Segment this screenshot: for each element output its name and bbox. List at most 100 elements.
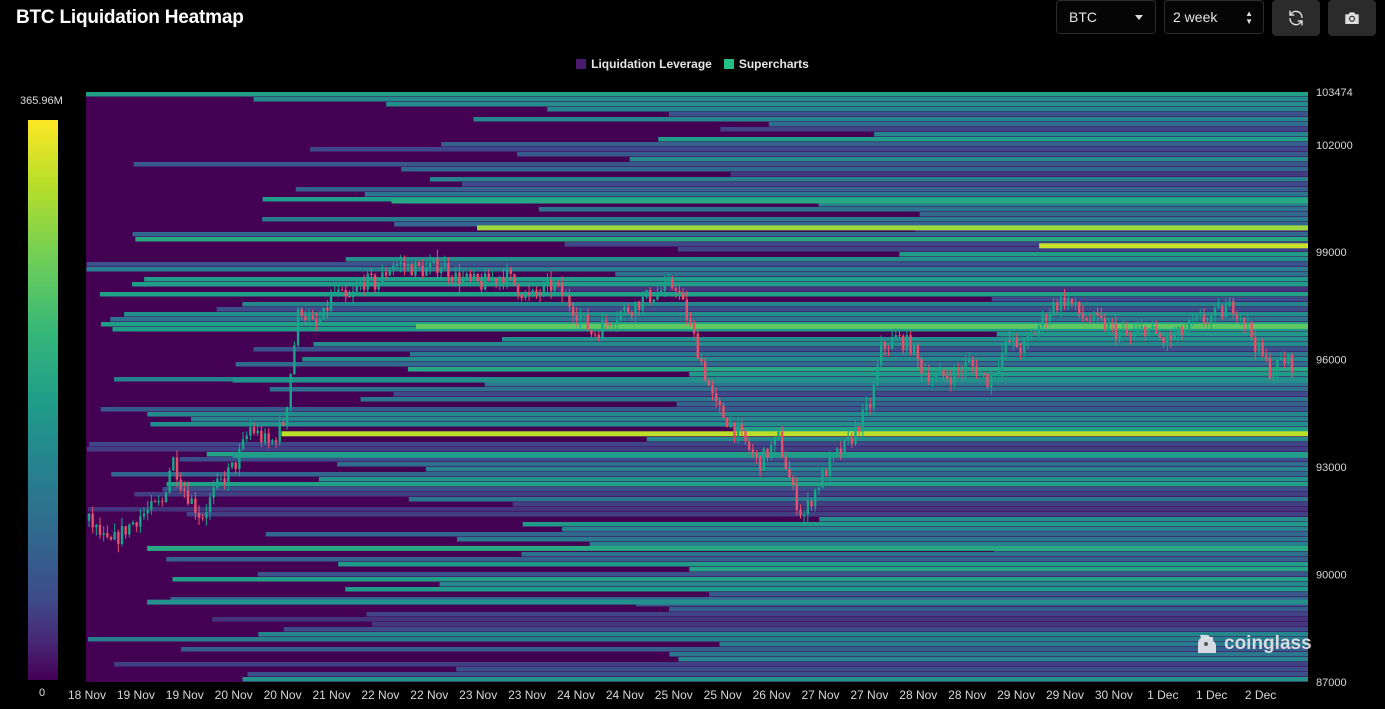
liquidation-band [629, 157, 1308, 162]
candle-body [971, 359, 975, 366]
candle-body [377, 283, 380, 290]
liquidation-band [720, 127, 1308, 132]
candle-body [527, 292, 531, 295]
candle-body [205, 512, 208, 519]
liquidation-band [212, 617, 1308, 622]
candle-body [777, 431, 780, 437]
candle-body [945, 375, 949, 378]
candle-body [894, 335, 898, 338]
candle-body [879, 342, 883, 366]
candle-body [854, 426, 857, 444]
candle-body [403, 262, 406, 267]
candle-body [1151, 326, 1154, 329]
candle-body [274, 440, 278, 443]
candle-body [722, 405, 725, 418]
candle-body [1004, 340, 1008, 354]
candle-body [960, 370, 964, 372]
candle-body [597, 334, 600, 338]
liquidation-band [100, 407, 1308, 412]
candle-body [271, 440, 274, 443]
candle-body [447, 262, 450, 278]
candle-body [414, 262, 417, 276]
liquidation-band-hot [232, 377, 1308, 383]
x-tick-label: 24 Nov [557, 688, 595, 702]
liquidation-band [242, 677, 1309, 682]
candle-body [1195, 316, 1198, 320]
candle-body [212, 487, 215, 498]
candle-body [1034, 333, 1037, 335]
candle-body [810, 500, 813, 507]
candle-body [883, 342, 887, 349]
candle-body [168, 470, 171, 493]
candle-body [106, 533, 109, 538]
candle-body [711, 385, 714, 394]
candle-body [586, 314, 589, 330]
candle-body [329, 293, 333, 311]
candle-body [95, 524, 98, 528]
x-tick-label: 22 Nov [410, 688, 448, 702]
candle-body [1254, 337, 1257, 352]
liquidation-band [162, 487, 1308, 492]
candle-body [1023, 340, 1026, 353]
candle-body [267, 433, 270, 443]
candle-body [450, 277, 454, 282]
candle-body [472, 273, 476, 279]
candle-body [560, 283, 564, 296]
x-tick-label: 20 Nov [215, 688, 253, 702]
candle-body [399, 262, 402, 265]
candle-body [1147, 328, 1151, 337]
liquidation-band [114, 662, 1308, 667]
heatmap-chart[interactable]: 103474 102000 99000 96000 93000 90000 87000 18 … [0, 0, 1385, 709]
candle-body [1111, 323, 1114, 325]
candle-body [575, 315, 578, 321]
candle-body [410, 264, 413, 276]
liquidation-band [216, 307, 1309, 312]
candle-body [102, 533, 105, 535]
candle-body [766, 448, 769, 458]
candle-body [857, 426, 861, 432]
liquidation-band [110, 317, 1309, 322]
liquidation-band [235, 362, 1308, 367]
candle-body [979, 372, 982, 377]
candle-body [1287, 354, 1290, 364]
y-tick-label: 103474 [1316, 87, 1353, 99]
candle-body [780, 431, 784, 458]
candle-body [1290, 354, 1294, 372]
candle-body [315, 319, 318, 323]
candle-body [175, 457, 179, 480]
candle-body [87, 513, 91, 521]
liquidation-band [425, 467, 1308, 472]
candle-body [718, 401, 722, 406]
candle-body [656, 292, 659, 300]
candle-body [432, 258, 435, 263]
x-tick-label: 28 Nov [948, 688, 986, 702]
watermark-text: coinglass [1224, 633, 1312, 654]
liquidation-band [132, 232, 1308, 237]
liquidation-band [709, 592, 1308, 597]
candle-body [502, 277, 505, 283]
candle-body [249, 427, 252, 436]
candle-body [498, 277, 501, 283]
liquidation-band [265, 532, 1309, 537]
x-tick-label: 1 Dec [1147, 688, 1178, 702]
candle-body [1030, 333, 1033, 337]
candle-body [1243, 317, 1246, 325]
candle-body [993, 374, 997, 376]
candle-body [1210, 315, 1213, 324]
liquidation-band [676, 402, 1308, 407]
candle-body [733, 422, 736, 437]
candle-body [124, 526, 127, 535]
y-tick-label: 90000 [1316, 570, 1347, 582]
candle-body [634, 301, 637, 316]
candle-body [755, 452, 758, 456]
candle-body [890, 337, 894, 349]
candle-body [641, 296, 644, 310]
candle-body [461, 277, 465, 285]
candle-body [1074, 301, 1077, 304]
candle-body [1008, 340, 1011, 343]
candle-body [109, 537, 113, 540]
liquidation-band [318, 477, 1308, 482]
candle-body [1081, 313, 1085, 319]
candle-body [689, 319, 692, 324]
candle-body [289, 373, 292, 408]
